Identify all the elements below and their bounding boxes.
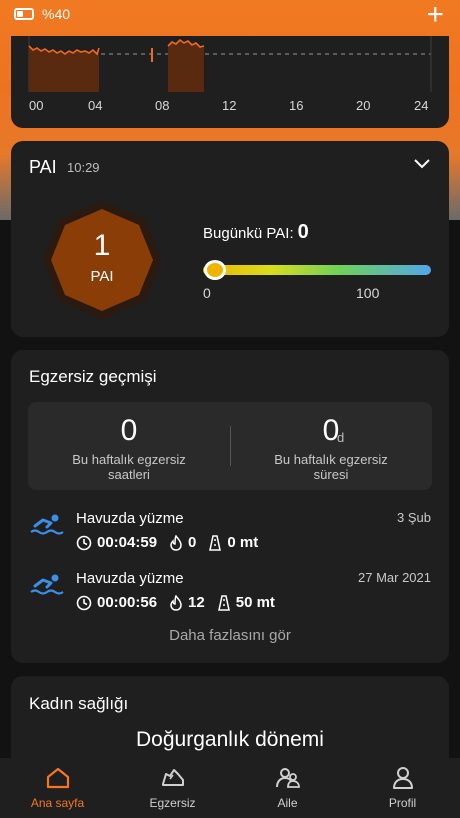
pai-card[interactable]: PAI 10:29 1 PAI Bugünkü PAI: 0 0 100 bbox=[11, 141, 449, 337]
family-icon bbox=[276, 768, 300, 788]
profile-icon bbox=[393, 767, 413, 789]
nav-item-label: Aile bbox=[277, 796, 298, 810]
status-bar: %40 + bbox=[0, 0, 460, 32]
today-pai-label: Bugünkü PAI: bbox=[203, 225, 294, 242]
weekly-duration-value: 0 bbox=[322, 414, 340, 447]
swimmer-icon bbox=[29, 512, 65, 543]
battery-percent: %40 bbox=[42, 6, 71, 22]
today-pai-value: 0 bbox=[297, 221, 309, 243]
weekly-duration-unit: d bbox=[337, 430, 345, 445]
clock-icon bbox=[76, 535, 92, 550]
nav-item-label: Egzersiz bbox=[149, 796, 196, 810]
pai-unit: PAI bbox=[90, 268, 114, 285]
flame-icon bbox=[170, 594, 182, 611]
battery-icon bbox=[14, 8, 34, 20]
nav-item-profile[interactable]: Profil bbox=[345, 758, 460, 818]
bottom-nav: Ana sayfa Egzersiz Aile Profil bbox=[0, 758, 460, 818]
pai-update-time: 10:29 bbox=[67, 160, 100, 175]
chart-area-segment bbox=[168, 40, 204, 92]
exercise-history-card: Egzersiz geçmişi 0 Bu haftalık egzersiz … bbox=[11, 350, 449, 663]
weekly-hours-label: Bu haftalık egzersiz saatleri bbox=[72, 452, 186, 482]
exercise-history-title: Egzersiz geçmişi bbox=[29, 367, 157, 386]
shoe-icon bbox=[162, 769, 184, 786]
nav-item-label: Ana sayfa bbox=[30, 796, 85, 810]
womens-health-title: Kadın sağlığı bbox=[29, 694, 129, 713]
chart-x-tick: 00 bbox=[29, 98, 44, 113]
weekly-duration-label: Bu haftalık egzersiz süresi bbox=[274, 452, 388, 482]
weekly-stats-box: 0 Bu haftalık egzersiz saatleri 0 d Bu h… bbox=[28, 402, 432, 490]
chart-x-tick: 24 bbox=[414, 98, 429, 113]
pai-progress-knob bbox=[204, 260, 226, 280]
activity-distance: 50 mt bbox=[235, 594, 275, 611]
activity-chart-card[interactable]: 00 04 08 12 16 20 24 bbox=[11, 36, 449, 128]
pai-scale-max: 100 bbox=[356, 285, 380, 301]
pai-scale-min: 0 bbox=[203, 285, 211, 301]
pai-value: 1 bbox=[93, 229, 111, 262]
clock-icon bbox=[76, 595, 92, 610]
chart-x-tick: 04 bbox=[88, 98, 103, 113]
activity-chart bbox=[28, 36, 432, 92]
activity-duration: 00:00:56 bbox=[97, 594, 158, 611]
chart-x-tick: 20 bbox=[356, 98, 371, 113]
chart-x-tick: 08 bbox=[155, 98, 170, 113]
activity-calories: 0 bbox=[188, 534, 197, 551]
chart-x-tick: 16 bbox=[289, 98, 304, 113]
nav-item-label: Profil bbox=[388, 796, 417, 810]
activity-date: 3 Şub bbox=[397, 510, 431, 525]
nav-item-home[interactable]: Ana sayfa bbox=[0, 758, 115, 818]
swimmer-icon bbox=[29, 572, 65, 603]
activity-date: 27 Mar 2021 bbox=[358, 570, 431, 585]
activity-duration: 00:04:59 bbox=[97, 534, 158, 551]
activity-calories: 12 bbox=[188, 594, 205, 611]
flame-icon bbox=[170, 534, 182, 551]
nav-item-family[interactable]: Aile bbox=[230, 758, 345, 818]
distance-icon bbox=[209, 534, 222, 551]
pai-progress-bar bbox=[203, 265, 431, 275]
today-pai: Bugünkü PAI: 0 bbox=[203, 221, 309, 244]
activity-distance: 0 mt bbox=[227, 534, 259, 551]
pai-card-title: PAI bbox=[29, 157, 57, 177]
distance-icon bbox=[217, 594, 230, 611]
activity-row[interactable]: Havuzda yüzme 27 Mar 2021 00:00:56 12 50… bbox=[11, 570, 449, 620]
activity-name: Havuzda yüzme bbox=[76, 510, 184, 527]
home-icon bbox=[46, 767, 70, 789]
nav-item-exercise[interactable]: Egzersiz bbox=[115, 758, 230, 818]
weekly-hours-value: 0 bbox=[120, 414, 138, 447]
activity-name: Havuzda yüzme bbox=[76, 570, 184, 587]
cycle-phase: Doğurganlık dönemi bbox=[136, 728, 324, 751]
plus-icon[interactable]: + bbox=[426, 0, 444, 30]
chart-x-tick: 12 bbox=[222, 98, 237, 113]
activity-row[interactable]: Havuzda yüzme 3 Şub 00:04:59 0 0 mt bbox=[11, 510, 449, 560]
chevron-down-icon[interactable] bbox=[413, 157, 431, 175]
see-more-link[interactable]: Daha fazlasını gör bbox=[11, 627, 449, 644]
